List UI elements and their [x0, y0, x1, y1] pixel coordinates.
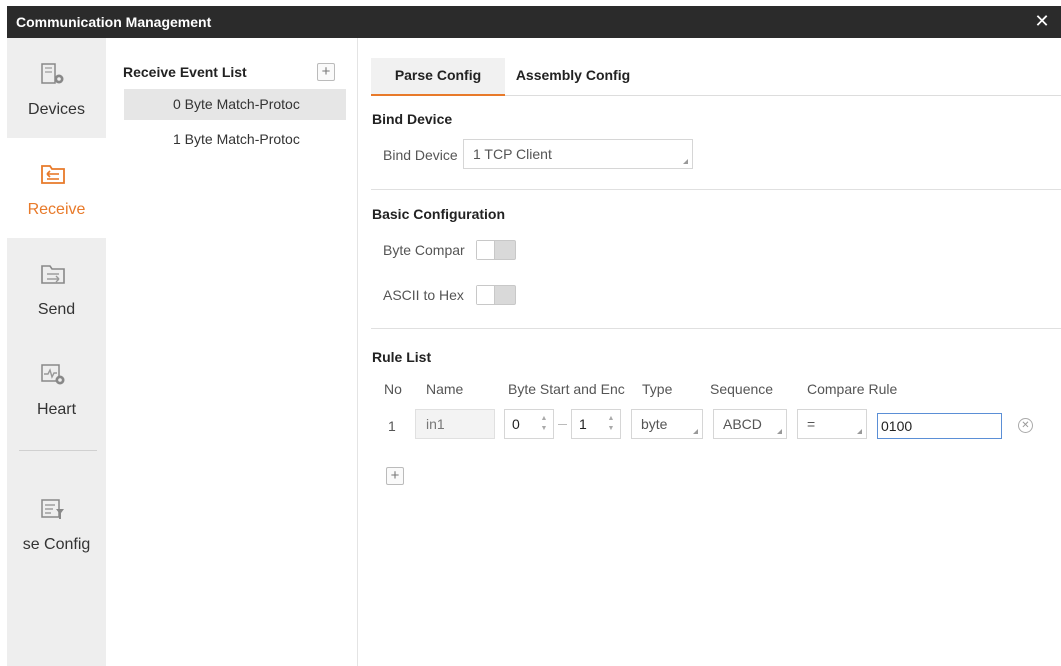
byte-end-value: 1	[579, 416, 587, 432]
column-header-compare-rule: Compare Rule	[807, 381, 898, 397]
column-header-no: No	[384, 381, 402, 397]
rule-no: 1	[388, 418, 396, 434]
compare-value-input[interactable]: 0100	[877, 413, 1002, 439]
basic-config-section-title: Basic Configuration	[372, 206, 506, 222]
event-list-item[interactable]: 1 Byte Match-Protoc	[124, 124, 346, 155]
event-list-item[interactable]: 0 Byte Match-Protoc	[124, 89, 346, 120]
byte-compare-label: Byte Compar	[383, 242, 465, 258]
remove-rule-icon[interactable]: ✕	[1018, 418, 1033, 433]
window-title: Communication Management	[16, 14, 212, 30]
nav-divider	[19, 450, 97, 451]
nav-item-devices[interactable]: Devices	[7, 38, 106, 138]
receive-folder-icon	[41, 165, 65, 184]
rule-type-select[interactable]: byte	[631, 409, 703, 439]
tab-parse-config[interactable]: Parse Config	[371, 58, 505, 96]
toggle-knob	[477, 286, 495, 304]
rule-name-field: in1	[415, 409, 495, 439]
column-header-name: Name	[426, 381, 464, 397]
nav-item-receive[interactable]: Receive	[7, 138, 106, 238]
byte-start-value: 0	[512, 416, 520, 432]
bind-device-select[interactable]: 1 TCP Client	[463, 139, 693, 169]
devices-icon	[41, 63, 64, 84]
tab-assembly-config[interactable]: Assembly Config	[505, 58, 641, 96]
rule-list-section-title: Rule List	[372, 349, 432, 365]
section-divider	[371, 189, 1061, 190]
config-tabs: Parse Config Assembly Config	[371, 58, 1061, 96]
byte-start-stepper[interactable]: 0 ▲ ▼	[504, 409, 554, 439]
title-bar: Communication Management ✕	[7, 6, 1061, 38]
column-header-sequence: Sequence	[710, 381, 774, 397]
bind-device-section-title: Bind Device	[372, 111, 453, 127]
nav-item-label: Heart	[36, 401, 77, 418]
ascii-to-hex-label: ASCII to Hex	[383, 287, 464, 303]
range-dash	[558, 424, 567, 425]
heartbeat-icon	[41, 364, 65, 385]
bind-device-label: Bind Device	[383, 147, 458, 163]
nav-item-label: Devices	[28, 101, 85, 118]
byte-end-stepper[interactable]: 1 ▲ ▼	[571, 409, 621, 439]
toggle-knob	[477, 241, 495, 259]
byte-compare-toggle[interactable]	[476, 240, 516, 260]
nav-item-label: Receive	[27, 201, 86, 218]
column-header-byte-range: Byte Start and Enc	[508, 381, 625, 397]
section-divider	[371, 328, 1061, 329]
stepper-arrows-icon[interactable]: ▲ ▼	[540, 414, 548, 434]
nav-item-label: se Config	[22, 536, 91, 553]
event-list-header: Receive Event List	[123, 64, 247, 80]
config-icon	[41, 499, 64, 519]
add-event-button[interactable]: +	[317, 63, 335, 81]
add-rule-button[interactable]: +	[386, 467, 404, 485]
stepper-arrows-icon[interactable]: ▲ ▼	[607, 414, 615, 434]
close-icon[interactable]: ✕	[1033, 11, 1051, 31]
nav-item-heart[interactable]: Heart	[7, 338, 106, 438]
nav-item-send[interactable]: Send	[7, 238, 106, 338]
nav-item-config[interactable]: se Config	[7, 473, 106, 573]
column-header-type: Type	[642, 381, 673, 397]
rule-sequence-select[interactable]: ABCD	[713, 409, 787, 439]
send-folder-icon	[41, 265, 65, 284]
ascii-to-hex-toggle[interactable]	[476, 285, 516, 305]
receive-event-list-panel: Receive Event List + 0 Byte Match-Protoc…	[106, 38, 358, 666]
compare-operator-select[interactable]: =	[797, 409, 867, 439]
nav-sidebar: Devices Receive Send Heart se Config	[7, 38, 106, 666]
nav-item-label: Send	[37, 301, 76, 318]
config-panel: Parse Config Assembly Config Bind Device…	[359, 38, 1061, 666]
